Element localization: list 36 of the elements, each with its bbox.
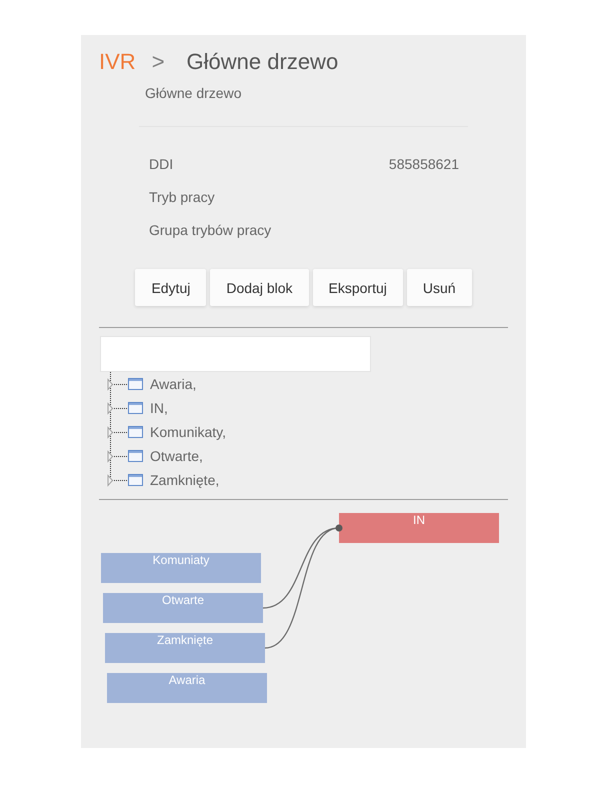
window-icon xyxy=(128,378,143,390)
tree-guide-line xyxy=(110,420,128,444)
action-button[interactable]: Eksportuj xyxy=(312,269,403,306)
action-button[interactable]: Edytuj xyxy=(135,269,206,306)
detail-label: Grupa trybów pracy xyxy=(149,221,272,239)
port-dot-icon xyxy=(336,524,342,532)
detail-label: DDI xyxy=(149,155,174,173)
tree-item[interactable]: Awaria, xyxy=(128,375,196,393)
tree-item[interactable]: Otwarte, xyxy=(128,447,203,465)
tree-item[interactable]: Komunikaty, xyxy=(128,423,226,441)
expand-icon[interactable] xyxy=(108,474,114,487)
breadcrumb-separator: > xyxy=(152,48,165,76)
tree-guide-line xyxy=(110,372,128,396)
diagram-node: Awaria xyxy=(107,673,267,703)
action-button[interactable]: Dodaj blok xyxy=(210,269,309,306)
tree-item[interactable]: Zamknięte, xyxy=(128,471,220,489)
page-title: Główne drzewo xyxy=(186,48,338,76)
diagram-node: Zamknięte xyxy=(105,633,265,663)
window-icon xyxy=(128,474,143,486)
detail-label: Tryb pracy xyxy=(149,188,215,206)
expand-icon[interactable] xyxy=(108,450,114,463)
page-subtitle: Główne drzewo xyxy=(145,84,242,102)
diagram-node: Komuniaty xyxy=(101,553,261,583)
expand-icon[interactable] xyxy=(108,378,114,391)
window-icon xyxy=(128,450,143,462)
diagram-node: IN xyxy=(339,513,499,543)
tree-guide-line xyxy=(110,396,128,420)
diagram-node: Otwarte xyxy=(103,593,263,623)
expand-icon[interactable] xyxy=(108,402,114,415)
window-icon xyxy=(128,426,143,438)
window-icon xyxy=(128,402,143,414)
tree-item[interactable]: IN, xyxy=(128,399,168,417)
detail-value: 585858621 xyxy=(388,155,459,173)
expand-icon[interactable] xyxy=(108,426,114,439)
action-button[interactable]: Usuń xyxy=(406,269,472,306)
input-field[interactable] xyxy=(100,336,371,372)
